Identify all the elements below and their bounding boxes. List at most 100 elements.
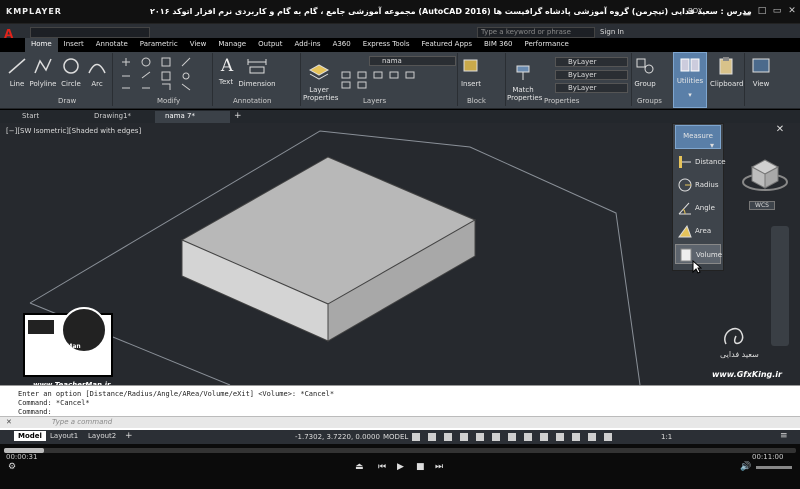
- modify-tools-icon[interactable]: [118, 56, 208, 92]
- tab-bim360[interactable]: BIM 360: [478, 38, 519, 52]
- file-tab-nama7[interactable]: nama 7*: [155, 111, 230, 123]
- view-button[interactable]: View: [748, 56, 774, 88]
- color-dropdown[interactable]: ByLayer: [555, 57, 628, 67]
- group-button[interactable]: Group: [634, 56, 656, 88]
- player-box-label[interactable]: BOX: [688, 7, 703, 15]
- close-viewport-icon[interactable]: ✕: [773, 124, 787, 136]
- next-icon[interactable]: ⏭: [435, 462, 443, 472]
- line-icon: [8, 58, 26, 74]
- layer-properties-button[interactable]: Layer Properties: [303, 62, 339, 102]
- layer-properties-icon: [308, 64, 330, 80]
- status-toggles-icon[interactable]: [410, 432, 660, 442]
- text-icon: A: [220, 56, 234, 76]
- close-icon[interactable]: ✕: [787, 6, 797, 16]
- tab-performance[interactable]: Performance: [518, 38, 574, 52]
- mouse-cursor-icon: [692, 260, 702, 274]
- chevron-down-icon[interactable]: ▾: [710, 141, 714, 150]
- measure-area-item[interactable]: Area: [675, 221, 721, 241]
- tab-express-tools[interactable]: Express Tools: [357, 38, 416, 52]
- tab-add-ins[interactable]: Add-ins: [288, 38, 326, 52]
- volume-icon[interactable]: 🔊: [740, 462, 751, 472]
- quick-access-toolbar[interactable]: [30, 27, 150, 38]
- eject-icon[interactable]: ⏏: [355, 462, 364, 472]
- player-logo: KMPLAYER: [6, 7, 62, 16]
- new-layout-button[interactable]: +: [125, 431, 133, 441]
- arc-tool-button[interactable]: Arc: [86, 56, 108, 88]
- command-input[interactable]: Type a command: [52, 418, 112, 426]
- arc-icon: [88, 63, 106, 74]
- insert-block-button[interactable]: Insert: [460, 56, 482, 88]
- navigation-bar[interactable]: [771, 226, 789, 346]
- new-tab-button[interactable]: +: [234, 111, 242, 121]
- linetype-dropdown[interactable]: ByLayer: [555, 70, 628, 80]
- seek-bar[interactable]: [4, 448, 796, 453]
- stop-icon[interactable]: ■: [416, 462, 425, 472]
- tab-manage[interactable]: Manage: [212, 38, 252, 52]
- measure-radius-item[interactable]: Radius: [675, 175, 721, 195]
- tab-parametric[interactable]: Parametric: [134, 38, 184, 52]
- layer-dropdown[interactable]: nama: [369, 56, 456, 66]
- gfxking-site-watermark: www.GfxKing.ir: [712, 370, 782, 379]
- tab-insert[interactable]: Insert: [58, 38, 90, 52]
- tab-home[interactable]: Home: [25, 38, 58, 52]
- polyline-tool-button[interactable]: Polyline: [28, 56, 58, 88]
- clipboard-icon: [719, 57, 733, 75]
- measure-button[interactable]: Measure: [675, 125, 721, 149]
- minimize-icon[interactable]: ▁: [742, 6, 752, 16]
- tab-a360[interactable]: A360: [327, 38, 357, 52]
- dimension-tool-button[interactable]: Dimension: [238, 56, 276, 88]
- settings-icon[interactable]: ⚙: [8, 462, 16, 472]
- autocad-logo-icon[interactable]: A: [4, 27, 22, 41]
- properties-panel-label[interactable]: Properties: [544, 97, 579, 105]
- draw-panel-label[interactable]: Draw: [58, 97, 76, 105]
- layout-tab-layout1[interactable]: Layout1: [46, 431, 82, 441]
- match-properties-button[interactable]: Match Properties: [507, 62, 543, 102]
- lineweight-dropdown[interactable]: ByLayer: [555, 83, 628, 93]
- maximize-icon[interactable]: □: [757, 6, 767, 16]
- tab-view[interactable]: View: [184, 38, 213, 52]
- block-panel-label[interactable]: Block: [467, 97, 486, 105]
- layer-tools-icon[interactable]: [340, 70, 450, 90]
- file-tab-start[interactable]: Start: [12, 111, 49, 123]
- layout-tab-layout2[interactable]: Layout2: [84, 431, 120, 441]
- circle-tool-button[interactable]: Circle: [60, 56, 82, 88]
- circle-icon: [63, 58, 79, 74]
- command-close-icon[interactable]: ✕: [6, 418, 12, 426]
- tab-featured-apps[interactable]: Featured Apps: [416, 38, 478, 52]
- search-input[interactable]: Type a keyword or phrase: [477, 27, 595, 38]
- layer-properties-label: Layer Properties: [303, 86, 339, 102]
- ribbon-separator: [212, 53, 213, 106]
- text-tool-button[interactable]: A Text: [216, 56, 236, 86]
- match-properties-label: Match Properties: [507, 86, 543, 102]
- clipboard-button[interactable]: Clipboard: [710, 56, 744, 88]
- ribbon-separator: [505, 53, 506, 106]
- clipboard-label: Clipboard: [710, 80, 744, 88]
- annotation-scale[interactable]: 1:1: [661, 433, 672, 441]
- line-tool-button[interactable]: Line: [6, 56, 28, 88]
- volume-slider[interactable]: [756, 466, 792, 469]
- layout-tab-model[interactable]: Model: [14, 431, 46, 441]
- sign-in-link[interactable]: Sign In: [600, 28, 624, 36]
- annotation-panel-label[interactable]: Annotation: [233, 97, 271, 105]
- customize-menu-icon[interactable]: ≡: [780, 431, 788, 441]
- file-tab-drawing1[interactable]: Drawing1*: [84, 111, 141, 123]
- measure-distance-item[interactable]: Distance: [675, 152, 726, 172]
- play-icon[interactable]: ▶: [397, 462, 404, 472]
- command-input-bar[interactable]: [0, 416, 800, 428]
- restore-icon[interactable]: ▭: [772, 6, 782, 16]
- measure-angle-item[interactable]: Angle: [675, 198, 721, 218]
- model-space-toggle[interactable]: MODEL: [383, 433, 408, 441]
- radius-icon: [678, 178, 692, 192]
- viewport-controls[interactable]: [−][SW Isometric][Shaded with edges]: [6, 127, 141, 135]
- wcs-dropdown[interactable]: WCS: [749, 201, 775, 210]
- groups-panel-label[interactable]: Groups: [637, 97, 662, 105]
- utilities-button[interactable]: Utilities ▾: [673, 52, 707, 108]
- layers-panel-label[interactable]: Layers: [363, 97, 386, 105]
- chevron-down-icon[interactable]: ▾: [674, 91, 706, 99]
- previous-icon[interactable]: ⏮: [378, 462, 386, 472]
- modify-panel-label[interactable]: Modify: [157, 97, 180, 105]
- tab-output[interactable]: Output: [252, 38, 288, 52]
- view-label: View: [752, 80, 770, 88]
- tab-annotate[interactable]: Annotate: [90, 38, 134, 52]
- teacherman-label: Teacher Man: [38, 343, 81, 350]
